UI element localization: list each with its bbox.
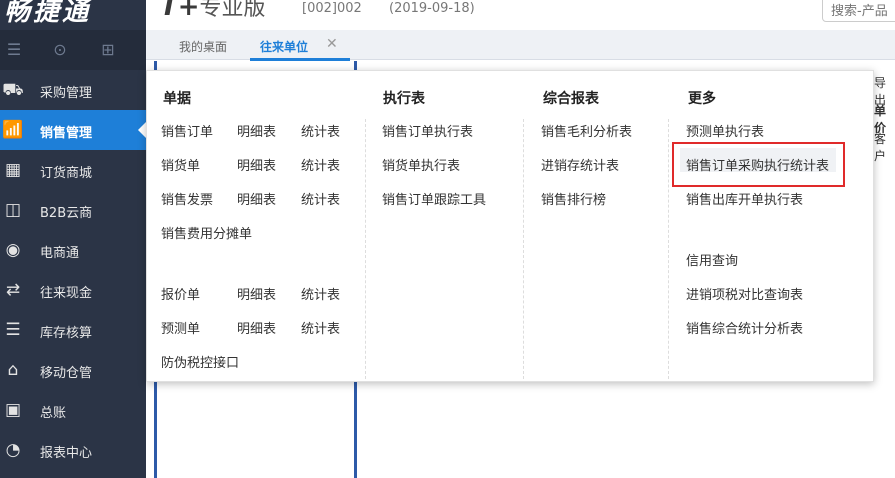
add-shortcut-icon[interactable]: ⊞ (98, 40, 118, 60)
menu-item-forecast-stats[interactable]: 统计表 (301, 318, 340, 337)
menu-item-quotation[interactable]: 报价单 (161, 284, 200, 303)
menu-item-sales-order[interactable]: 销售订单 (161, 121, 213, 140)
menu-col-execution-title: 执行表 (383, 91, 425, 107)
menu-item-quotation-detail[interactable]: 明细表 (237, 284, 276, 303)
purchase-cart-icon: ⛟ (2, 80, 24, 100)
menu-item-tax-interface[interactable]: 防伪税控接口 (161, 352, 239, 371)
menu-item-sales-order-stats[interactable]: 统计表 (301, 121, 340, 140)
column-divider (523, 119, 524, 379)
menu-item-delivery-detail[interactable]: 明细表 (237, 155, 276, 174)
logo-text: 畅捷通 (4, 0, 92, 27)
menu-item-order-tracking[interactable]: 销售订单跟踪工具 (382, 189, 486, 208)
sales-menu-dropdown: 单据 销售订单 明细表 统计表 销货单 明细表 统计表 销售发票 明细表 统计表… (146, 70, 874, 382)
menu-col-reports-title: 综合报表 (543, 91, 599, 107)
sidebar-item-inventory[interactable]: ☰ 库存核算 (0, 310, 146, 350)
sidebar-item-label: 总账 (40, 406, 67, 421)
mobile-warehouse-icon: ⌂ (7, 360, 19, 380)
brand-logo: 畅捷通 (0, 0, 146, 30)
sidebar-item-label: 库存核算 (40, 326, 93, 341)
column-divider (365, 119, 366, 379)
menu-item-forecast-detail[interactable]: 明细表 (237, 318, 276, 337)
menu-item-forecast[interactable]: 预测单 (161, 318, 200, 337)
menu-item-delivery[interactable]: 销货单 (161, 155, 200, 174)
sidebar-item-label: 订货商城 (40, 166, 93, 181)
tab-contacts[interactable]: 往来单位 (260, 38, 308, 55)
menu-item-psi-stats[interactable]: 进销存统计表 (541, 155, 619, 174)
inventory-icon: ☰ (5, 320, 21, 340)
product-name: T+专业版 (160, 0, 266, 22)
report-pie-icon: ◔ (5, 440, 21, 460)
menu-item-sales-invoice[interactable]: 销售发票 (161, 189, 213, 208)
menu-col-documents-title: 单据 (163, 91, 191, 107)
close-icon[interactable]: ✕ (326, 36, 338, 52)
sidebar-item-order-mall[interactable]: ▦ 订货商城 (0, 150, 146, 190)
sidebar-item-b2b[interactable]: ◫ B2B云商 (0, 190, 146, 230)
column-divider (668, 119, 669, 379)
menu-item-gross-profit[interactable]: 销售毛利分析表 (541, 121, 632, 140)
menu-item-sales-ranking[interactable]: 销售排行榜 (541, 189, 606, 208)
sidebar-item-sales[interactable]: 📶 销售管理 (0, 110, 146, 150)
sidebar-item-label: 报表中心 (40, 446, 93, 461)
search-module-icon[interactable]: ⊙ (50, 40, 70, 60)
top-header: 畅捷通 T+专业版 [002]002 (2019-09-18) (0, 0, 895, 30)
menu-item-delivery-execution[interactable]: 销货单执行表 (382, 155, 460, 174)
sidebar-item-label: 电商通 (40, 246, 80, 261)
menu-item-quotation-stats[interactable]: 统计表 (301, 284, 340, 303)
sidebar-item-label: 移动仓管 (40, 366, 93, 381)
sidebar: ☰ ⊙ ⊞ ⛟ 采购管理 📶 销售管理 ▦ 订货商城 ◫ B2B云商 ◉ 电商通… (0, 30, 146, 478)
menu-item-tax-comparison[interactable]: 进销项税对比查询表 (686, 284, 803, 303)
menu-toggle-icon[interactable]: ☰ (4, 40, 24, 60)
product-edition: 专业版 (199, 0, 266, 21)
sidebar-item-ecommerce[interactable]: ◉ 电商通 (0, 230, 146, 270)
search-input[interactable] (823, 0, 895, 21)
sidebar-item-mobile-warehouse[interactable]: ⌂ 移动仓管 (0, 350, 146, 390)
sidebar-item-label: 往来现金 (40, 286, 93, 301)
menu-item-credit-query[interactable]: 信用查询 (686, 250, 738, 269)
sidebar-item-reports[interactable]: ◔ 报表中心 (0, 430, 146, 470)
customer-column-fragment: 客户 (874, 132, 887, 163)
menu-item-outbound-execution[interactable]: 销售出库开单执行表 (686, 189, 803, 208)
account-code: [002]002 (302, 1, 362, 16)
menu-item-sales-invoice-stats[interactable]: 统计表 (301, 189, 340, 208)
product-logo: T+ (160, 0, 200, 22)
exchange-icon: ⇄ (5, 280, 21, 300)
ecommerce-icon: ◉ (5, 240, 21, 260)
b2b-bag-icon: ◫ (4, 200, 22, 220)
sidebar-item-cash[interactable]: ⇄ 往来现金 (0, 270, 146, 310)
menu-item-sales-invoice-detail[interactable]: 明细表 (237, 189, 276, 208)
menu-col-more-title: 更多 (688, 91, 716, 107)
sidebar-item-purchase[interactable]: ⛟ 采购管理 (0, 70, 146, 110)
tab-home[interactable]: 我的桌面 (179, 38, 227, 55)
search-box[interactable] (822, 0, 895, 22)
sidebar-item-ledger[interactable]: ▣ 总账 (0, 390, 146, 430)
sidebar-item-label: 采购管理 (40, 86, 93, 101)
menu-item-sales-order-detail[interactable]: 明细表 (237, 121, 276, 140)
sidebar-item-label: B2B云商 (40, 206, 93, 221)
store-icon: ▦ (4, 160, 22, 180)
sales-chart-icon: 📶 (2, 120, 24, 140)
login-date: (2019-09-18) (389, 1, 475, 16)
sidebar-item-label: 销售管理 (40, 126, 93, 141)
tab-bar: 我的桌面 往来单位 ✕ (146, 30, 895, 61)
sidebar-toolbar: ☰ ⊙ ⊞ (0, 30, 146, 70)
menu-item-delivery-stats[interactable]: 统计表 (301, 155, 340, 174)
annotation-red-box (672, 142, 845, 187)
ledger-icon: ▣ (4, 400, 22, 420)
menu-item-expense-allocation[interactable]: 销售费用分摊单 (161, 223, 252, 242)
menu-item-order-execution[interactable]: 销售订单执行表 (382, 121, 473, 140)
menu-item-sales-analysis[interactable]: 销售综合统计分析表 (686, 318, 803, 337)
menu-item-forecast-execution[interactable]: 预测单执行表 (686, 121, 764, 140)
